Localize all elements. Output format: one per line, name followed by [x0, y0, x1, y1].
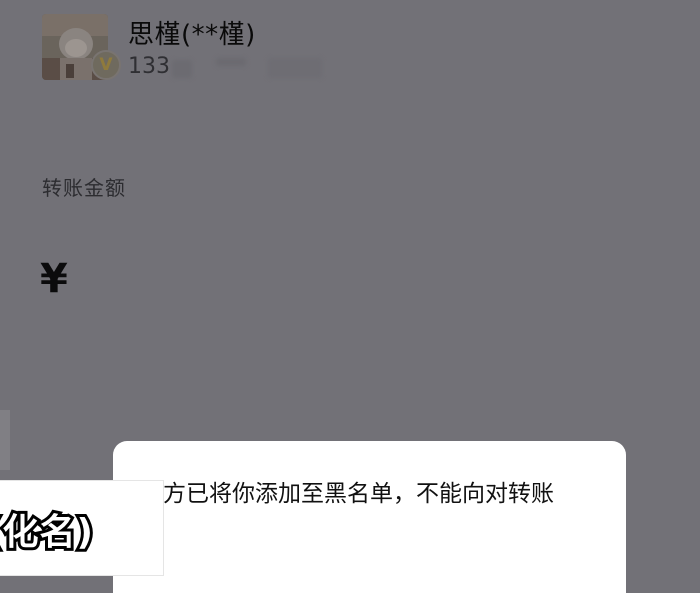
blacklist-alert-dialog: 方已将你添加至黑名单，不能向对转账	[113, 441, 626, 593]
amount-label: 转账金额	[42, 176, 126, 200]
currency-symbol[interactable]: ¥	[40, 256, 68, 302]
dialog-message: 方已将你添加至黑名单，不能向对转账	[163, 481, 554, 507]
transfer-screen: V 思槿(**槿) 133 转账金额 ¥ 方已将你添加至黑名单，不能向对转账 (…	[0, 0, 700, 593]
payee-header: V 思槿(**槿) 133	[0, 0, 700, 100]
redaction-blur	[216, 58, 246, 66]
redaction-blur	[172, 60, 192, 78]
contact-name: 思槿(**槿)	[128, 20, 256, 50]
caption-text: (化名)	[0, 509, 96, 556]
redaction-blur	[268, 58, 322, 78]
account-number: 133	[128, 52, 348, 84]
edge-highlight	[0, 410, 10, 470]
caption-overlay: (化名)	[0, 480, 164, 576]
account-number-prefix: 133	[128, 54, 170, 79]
verified-badge-icon: V	[91, 50, 121, 80]
